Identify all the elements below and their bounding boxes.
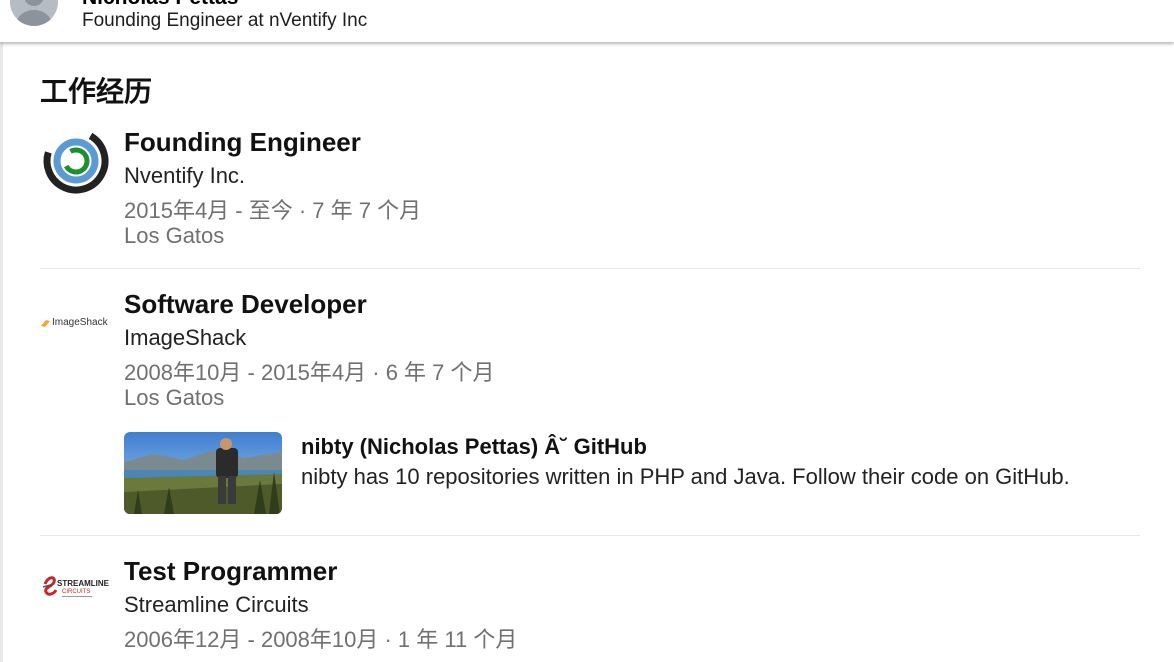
company-name[interactable]: Streamline Circuits bbox=[124, 592, 309, 618]
streamline-circuits-logo-icon[interactable]: STREAMLINE CIRCUITS bbox=[40, 554, 112, 626]
location: Los Gatos bbox=[124, 223, 225, 248]
divider bbox=[40, 268, 1140, 269]
nventify-logo-icon[interactable] bbox=[40, 125, 112, 197]
date-range: 2008年10月 - 2015年4月 · 6 年 7 个月 bbox=[124, 360, 495, 385]
profile-name[interactable]: Nicholas Pettas bbox=[82, 0, 238, 10]
section-title: 工作经历 bbox=[40, 75, 153, 108]
left-edge-divider bbox=[0, 42, 3, 662]
imageshack-logo-text: ImageShack bbox=[52, 317, 108, 328]
location: Los Gatos bbox=[124, 385, 225, 410]
media-description: nibty has 10 repositories written in PHP… bbox=[301, 464, 1070, 489]
avatar-body-shape bbox=[16, 10, 52, 26]
profile-topbar: Nicholas Pettas Founding Engineer at nVe… bbox=[0, 0, 1174, 42]
date-range: 2006年12月 - 2008年10月 · 1 年 11 个月 bbox=[124, 627, 518, 652]
company-name[interactable]: ImageShack bbox=[124, 325, 246, 351]
divider bbox=[40, 535, 1140, 536]
imageshack-logo-icon[interactable]: ImageShack bbox=[40, 287, 112, 359]
avatar[interactable] bbox=[10, 0, 58, 26]
job-title[interactable]: Software Developer bbox=[124, 289, 367, 320]
date-range: 2015年4月 - 至今 · 7 年 7 个月 bbox=[124, 198, 422, 223]
media-title[interactable]: nibty (Nicholas Pettas) Â˘ GitHub bbox=[301, 434, 647, 460]
streamline-logo-subtext: CIRCUITS bbox=[62, 589, 90, 595]
profile-headline: Founding Engineer at nVentify Inc bbox=[82, 10, 368, 31]
company-name[interactable]: Nventify Inc. bbox=[124, 163, 245, 189]
job-title[interactable]: Founding Engineer bbox=[124, 127, 361, 158]
media-attachment[interactable]: nibty (Nicholas Pettas) Â˘ GitHub nibty … bbox=[124, 432, 1084, 522]
media-thumbnail[interactable] bbox=[124, 432, 282, 514]
streamline-logo-text: STREAMLINE bbox=[57, 579, 110, 588]
avatar-head-shape bbox=[24, 0, 44, 6]
job-title[interactable]: Test Programmer bbox=[124, 556, 337, 587]
